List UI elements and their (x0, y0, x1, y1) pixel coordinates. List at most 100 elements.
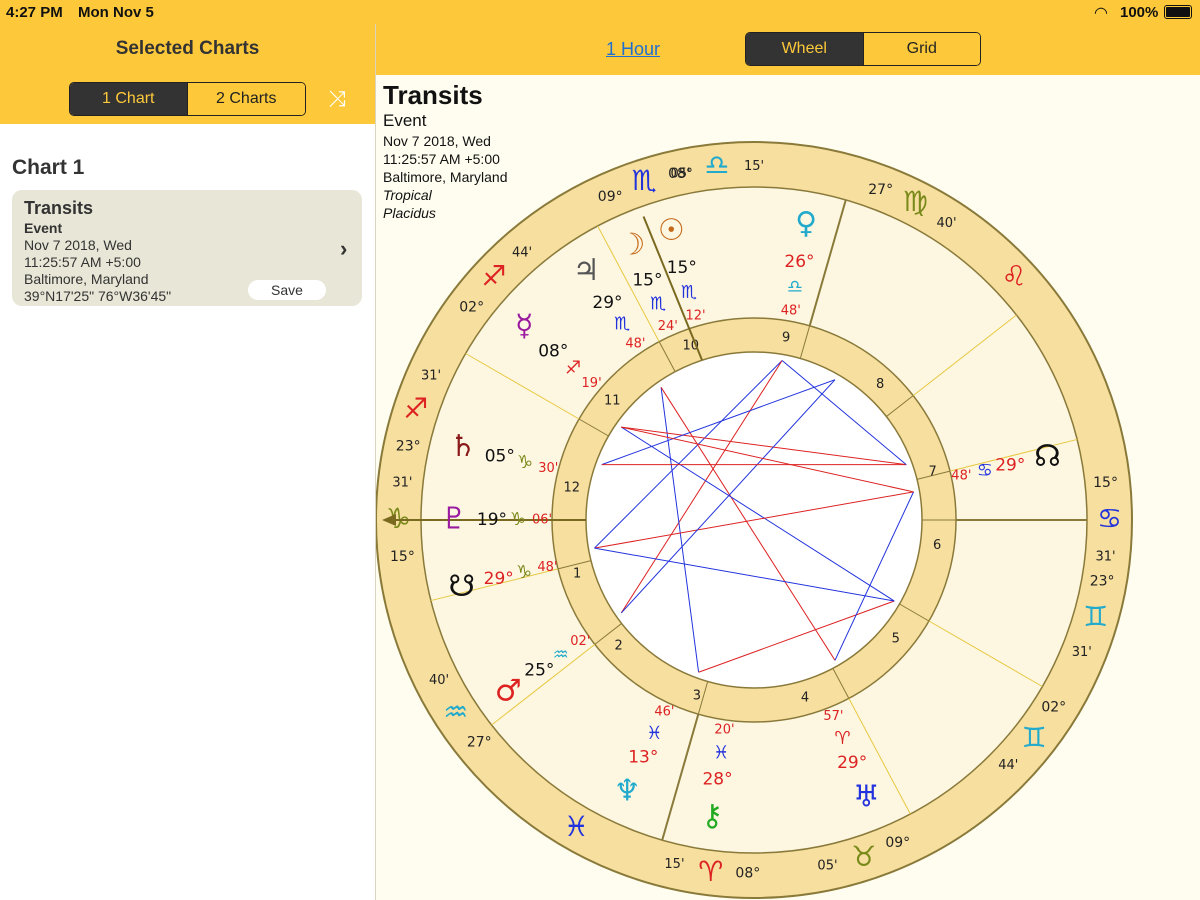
north-node-glyph: ☊ (1034, 439, 1061, 474)
pluto-glyph: ♇ (441, 502, 468, 537)
zodiac-sign-glyph: ♐ (403, 392, 428, 425)
chiron-degree: 28° (702, 769, 732, 789)
zodiac-sign-glyph: ♓ (564, 810, 589, 843)
time-step-link[interactable]: 1 Hour (606, 39, 660, 60)
card-coords: 39°N17'25" 76°W36'45" (24, 288, 172, 304)
saturn-sign: ♑ (517, 452, 533, 473)
chiron-minute: 20' (714, 722, 734, 737)
moon-minute: 24' (658, 319, 678, 334)
moon-glyph: ☽ (619, 227, 646, 262)
shuffle-icon[interactable]: ⤨ (322, 86, 352, 112)
zodiac-sign-degree: 09° (598, 189, 623, 205)
zodiac-sign-degree: 02° (459, 299, 484, 315)
jupiter-glyph: ♃ (573, 253, 600, 288)
pluto-degree: 19° (477, 510, 507, 530)
house-number-11: 11 (604, 394, 621, 409)
zodiac-sign-minute: 44' (512, 246, 532, 261)
south-node-degree: 29° (484, 569, 514, 589)
one-chart-tab[interactable]: 1 Chart (70, 83, 187, 115)
neptune-glyph: ♆ (614, 773, 641, 808)
zodiac-sign-glyph: ♈ (698, 855, 723, 888)
zodiac-sign-degree: 27° (868, 182, 893, 198)
chart-heading: Chart 1 (12, 156, 85, 179)
right-header: 1 Hour Wheel Grid (376, 24, 1200, 75)
card-time: 11:25:57 AM +5:00 (24, 254, 141, 270)
zodiac-sign-degree: 15° (390, 549, 415, 565)
zodiac-sign-glyph: ♋ (1097, 502, 1122, 535)
mercury-minute: 19' (582, 376, 602, 391)
house-number-6: 6 (933, 538, 941, 553)
venus-glyph: ♀ (795, 206, 817, 241)
zodiac-sign-glyph: ♌ (1001, 260, 1026, 293)
house-number-9: 9 (782, 330, 790, 345)
zodiac-sign-minute: 44' (998, 758, 1018, 773)
zodiac-sign-degree: 09° (885, 835, 910, 851)
north-node-degree: 29° (995, 456, 1025, 476)
zodiac-sign-minute: 31' (1096, 549, 1116, 564)
jupiter-minute: 48' (625, 337, 645, 352)
zodiac-sign-minute: 15' (664, 857, 684, 872)
chiron-glyph: ⚷ (701, 799, 723, 834)
view-segmented-control: Wheel Grid (745, 32, 981, 66)
neptune-sign: ♓ (646, 723, 662, 744)
zodiac-sign-degree: 23° (396, 439, 421, 455)
status-time: 4:27 PM (6, 4, 63, 21)
two-charts-tab[interactable]: 2 Charts (186, 83, 305, 115)
zodiac-sign-minute: 05' (670, 167, 690, 182)
uranus-degree: 29° (837, 753, 867, 773)
chevron-right-icon[interactable]: › (340, 236, 347, 262)
chart-card[interactable]: Transits Event Nov 7 2018, Wed 11:25:57 … (12, 190, 362, 306)
zodiac-sign-minute: 40' (936, 216, 956, 231)
battery-icon (1164, 5, 1192, 19)
zodiac-sign-minute: 05' (817, 858, 837, 873)
mars-glyph: ♂ (495, 674, 522, 709)
save-button[interactable]: Save (248, 280, 326, 300)
moon-degree: 15° (632, 271, 662, 291)
mars-sign: ♒ (553, 644, 569, 665)
zodiac-sign-minute: 40' (429, 673, 449, 688)
house-number-7: 7 (929, 465, 937, 480)
saturn-minute: 30' (538, 461, 558, 476)
sun-degree: 15° (667, 258, 697, 278)
north-node-minute: 48' (951, 468, 971, 483)
zodiac-sign-minute: 31' (392, 476, 412, 491)
zodiac-sign-glyph: ♉ (851, 840, 876, 873)
grid-tab[interactable]: Grid (862, 33, 980, 65)
uranus-minute: 57' (823, 709, 843, 724)
mars-degree: 25° (524, 660, 554, 680)
zodiac-sign-minute: 15' (744, 159, 764, 174)
sun-sign: ♏ (681, 282, 697, 303)
house-number-2: 2 (615, 639, 623, 654)
venus-degree: 26° (784, 252, 814, 272)
zodiac-sign-degree: 27° (467, 734, 492, 750)
zodiac-sign-glyph: ♊ (1083, 600, 1108, 633)
zodiac-sign-glyph: ♐ (481, 260, 506, 293)
zodiac-sign-minute: 31' (1072, 645, 1092, 660)
north-node-sign: ♋ (977, 460, 993, 481)
status-date: Mon Nov 5 (78, 4, 154, 21)
house-number-3: 3 (693, 688, 701, 703)
saturn-degree: 05° (485, 447, 515, 467)
mercury-glyph: ☿ (515, 309, 533, 344)
wheel-tab[interactable]: Wheel (746, 33, 863, 65)
zodiac-sign-glyph: ♒ (443, 696, 468, 729)
mercury-sign: ♐ (565, 357, 581, 378)
neptune-degree: 13° (628, 747, 658, 767)
card-title: Transits (24, 198, 94, 218)
zodiac-sign-degree: 02° (1041, 699, 1066, 715)
house-number-1: 1 (573, 567, 581, 582)
card-type: Event (24, 220, 63, 236)
status-bar: 4:27 PM Mon Nov 5 ◠ 100% (0, 0, 1200, 24)
mercury-degree: 08° (538, 342, 568, 362)
south-node-glyph: ☋ (448, 569, 475, 604)
chart-wheel[interactable]: 123 456789101112♎08° 15'♍27°40'♌♋15°31'♊23… (376, 75, 1200, 900)
zodiac-sign-degree: 15° (1093, 475, 1118, 491)
south-node-minute: 48' (537, 560, 557, 575)
left-panel: Selected Charts 1 Chart 2 Charts ⤨ Chart… (0, 24, 376, 900)
battery-percent: 100% (1120, 4, 1159, 21)
venus-minute: 48' (781, 304, 801, 319)
wifi-icon: ◠ (1094, 5, 1108, 22)
uranus-sign: ♈ (834, 728, 850, 749)
south-node-sign: ♑ (516, 562, 532, 583)
sun-minute: 12' (686, 309, 706, 324)
